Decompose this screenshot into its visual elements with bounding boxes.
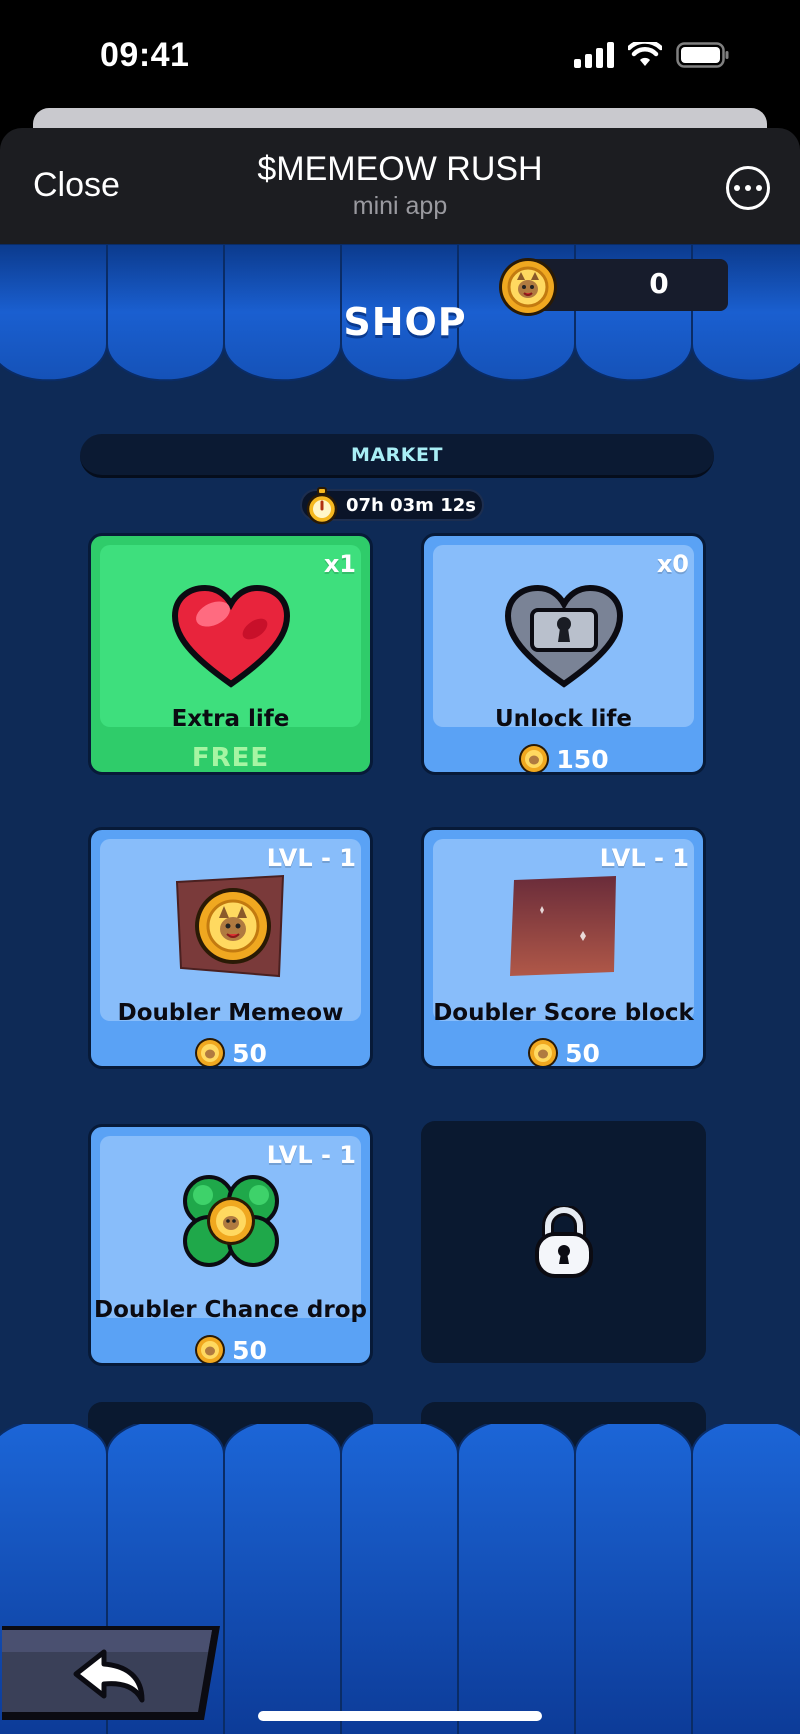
- memeow-block-icon: [175, 874, 284, 978]
- shop-item-extra-life[interactable]: x1 Extra life FREE: [88, 533, 373, 775]
- back-button[interactable]: [2, 1626, 220, 1720]
- heart-icon: [171, 584, 290, 688]
- memeow-coin-icon: [499, 258, 557, 316]
- score-block-icon: [509, 876, 616, 976]
- app-title: $MEMEOW RUSH: [257, 150, 543, 188]
- shop-screen: SHOP 0 MARKET 07h 03m 12s x1 Extra life …: [0, 244, 800, 1734]
- item-price: 50: [424, 1037, 703, 1068]
- shop-item-unlock-life[interactable]: x0 Unlock life 150: [421, 533, 706, 775]
- coin-icon: [519, 744, 550, 772]
- home-indicator[interactable]: [258, 1711, 542, 1721]
- price-value: 50: [232, 1038, 267, 1068]
- status-bar: 09:41: [0, 0, 800, 120]
- item-quantity-badge: x1: [323, 550, 356, 578]
- stopwatch-icon: [306, 487, 338, 525]
- price-label: FREE: [191, 743, 270, 773]
- item-price: FREE: [91, 743, 370, 773]
- shop-item-doubler-score-block[interactable]: LVL - 1 Doubler Score block 50: [421, 827, 706, 1069]
- signal-icon: [574, 42, 614, 68]
- market-label: MARKET: [351, 443, 443, 466]
- shop-item-doubler-memeow[interactable]: LVL - 1 Doubler Memeow 50: [88, 827, 373, 1069]
- item-level-badge: LVL - 1: [266, 1141, 356, 1169]
- item-name: Doubler Memeow: [117, 1000, 344, 1026]
- item-name: Unlock life: [494, 706, 633, 732]
- item-name: Extra life: [171, 706, 290, 732]
- price-value: 50: [565, 1038, 600, 1068]
- locked-slot[interactable]: [421, 1121, 706, 1363]
- timer-text: 07h 03m 12s: [346, 495, 476, 516]
- item-level-badge: LVL - 1: [599, 844, 689, 872]
- clover-icon: [182, 1175, 279, 1267]
- market-header: MARKET: [80, 434, 714, 478]
- coin-icon: [195, 1335, 226, 1363]
- shop-item-doubler-chance-drop[interactable]: LVL - 1 Doubler Chance drop 50: [88, 1124, 373, 1366]
- item-price: 50: [91, 1334, 370, 1365]
- item-price: 50: [91, 1037, 370, 1068]
- item-quantity-badge: x0: [656, 550, 689, 578]
- more-options-button[interactable]: [726, 166, 770, 210]
- padlock-icon: [534, 1206, 593, 1278]
- item-price: 150: [424, 743, 703, 774]
- coin-icon: [528, 1038, 559, 1066]
- price-value: 50: [232, 1335, 267, 1365]
- item-name: Doubler Score block: [433, 1000, 694, 1026]
- price-value: 150: [556, 744, 609, 774]
- status-icons: [574, 42, 730, 68]
- item-name: Doubler Chance drop: [93, 1297, 368, 1323]
- locked-heart-icon: [504, 584, 623, 688]
- status-time: 09:41: [100, 36, 190, 74]
- wifi-icon: [628, 42, 662, 66]
- app-subtitle: mini app: [352, 192, 448, 220]
- refresh-timer: 07h 03m 12s: [300, 487, 484, 525]
- coin-count: 0: [649, 267, 669, 300]
- battery-icon: [676, 42, 729, 68]
- item-level-badge: LVL - 1: [266, 844, 356, 872]
- coin-icon: [195, 1038, 226, 1066]
- mini-app-header: Close $MEMEOW RUSH mini app: [0, 128, 800, 244]
